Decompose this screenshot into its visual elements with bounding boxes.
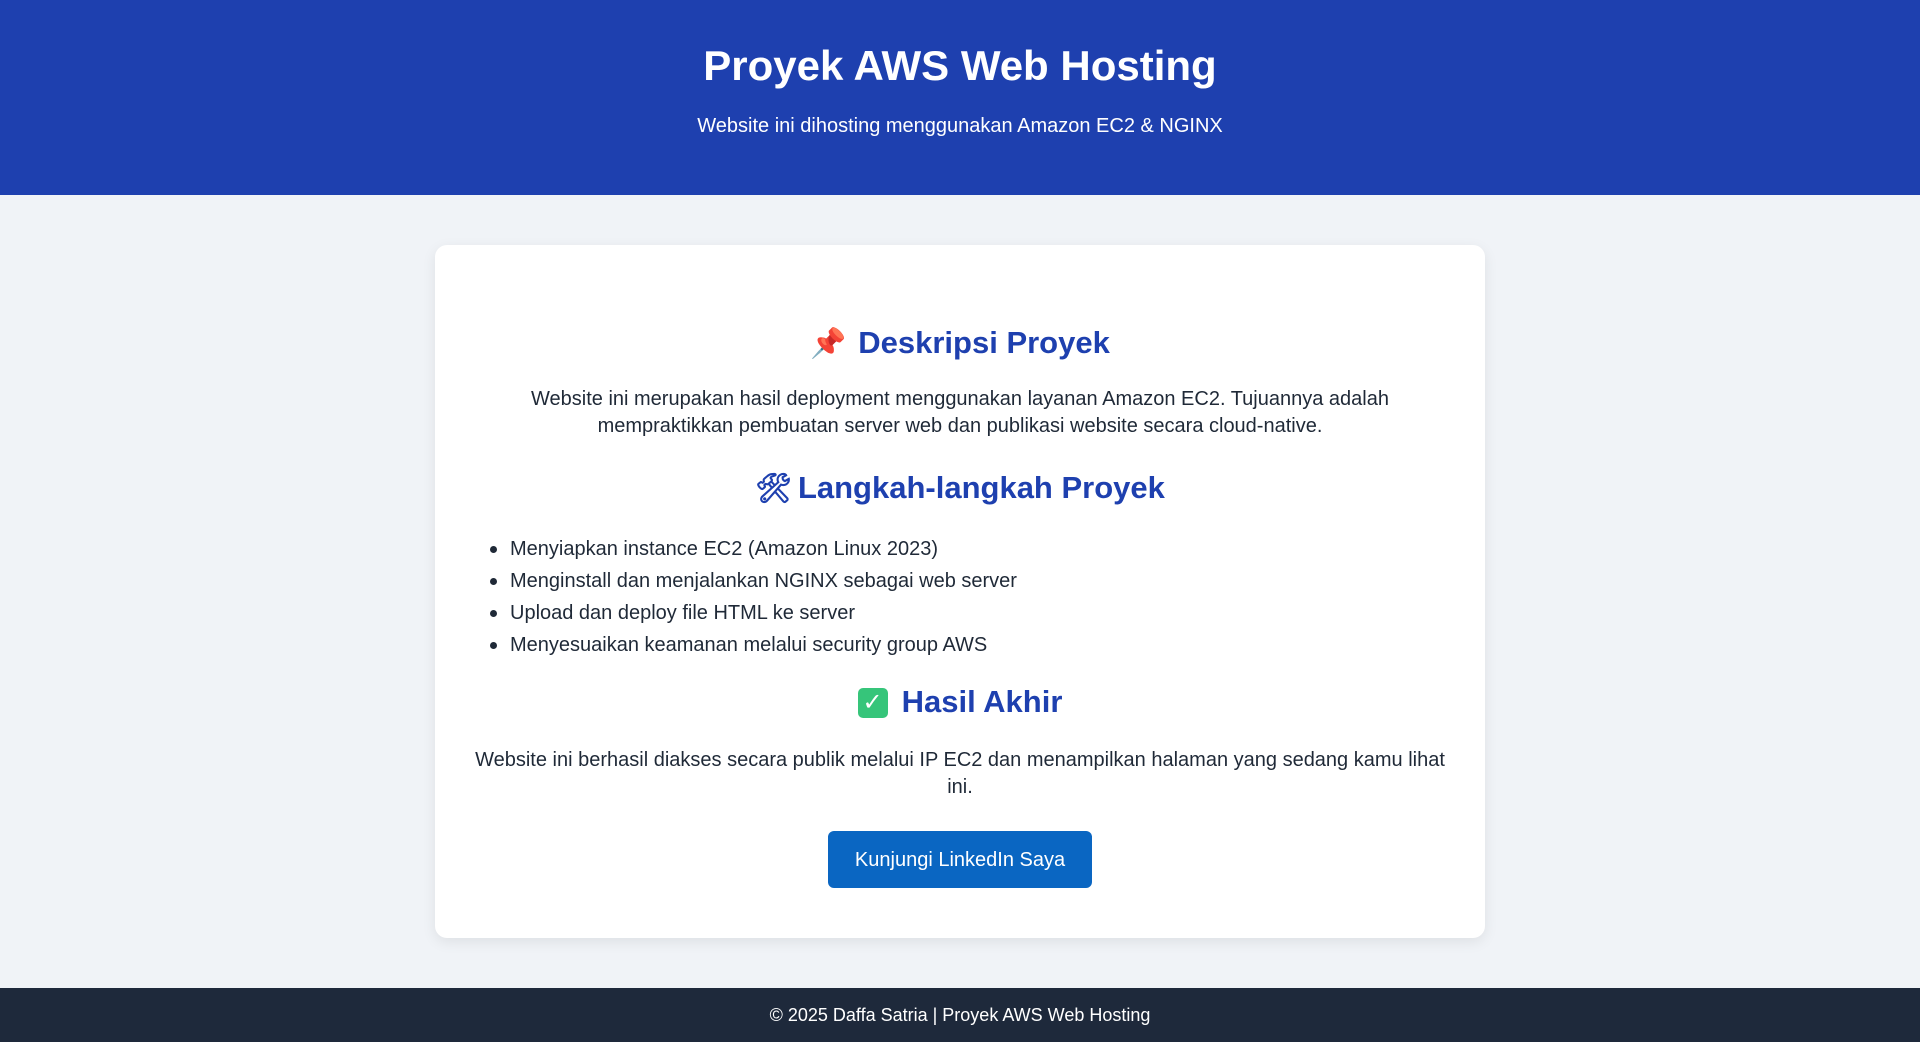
- result-heading: ✓ Hasil Akhir: [435, 682, 1485, 722]
- steps-list: Menyiapkan instance EC2 (Amazon Linux 20…: [490, 533, 1017, 661]
- steps-heading-label: Langkah-langkah Proyek: [797, 470, 1165, 505]
- result-text: Website ini berhasil diakses secara publ…: [475, 749, 1445, 798]
- description-heading: 📌 Deskripsi Proyek: [435, 323, 1485, 364]
- page-header: Proyek AWS Web Hosting Website ini dihos…: [0, 0, 1920, 195]
- description-text: Website ini merupakan hasil deployment m…: [531, 388, 1389, 437]
- list-item: Menyesuaikan keamanan melalui security g…: [490, 629, 1017, 661]
- hammer-wrench-icon: 🛠: [755, 473, 792, 505]
- footer-text: © 2025 Daffa Satria | Proyek AWS Web Hos…: [769, 1005, 1151, 1025]
- pushpin-icon: 📌: [810, 328, 847, 360]
- result-heading-label: Hasil Akhir: [901, 684, 1063, 719]
- content-card: 📌 Deskripsi Proyek Website ini merupakan …: [435, 245, 1485, 938]
- linkedin-button[interactable]: Kunjungi LinkedIn Saya: [828, 831, 1092, 888]
- page-subtitle: Website ini dihosting menggunakan Amazon…: [697, 115, 1223, 137]
- description-heading-label: Deskripsi Proyek: [858, 325, 1110, 360]
- check-mark-icon: ✓: [857, 688, 888, 718]
- list-item: Upload dan deploy file HTML ke server: [490, 597, 1017, 629]
- list-item: Menginstall dan menjalankan NGINX sebaga…: [490, 565, 1017, 597]
- list-item: Menyiapkan instance EC2 (Amazon Linux 20…: [490, 533, 1017, 565]
- page-title: Proyek AWS Web Hosting: [703, 42, 1217, 89]
- steps-heading: 🛠 Langkah-langkah Proyek: [435, 468, 1485, 509]
- page-footer: © 2025 Daffa Satria | Proyek AWS Web Hos…: [0, 988, 1920, 1042]
